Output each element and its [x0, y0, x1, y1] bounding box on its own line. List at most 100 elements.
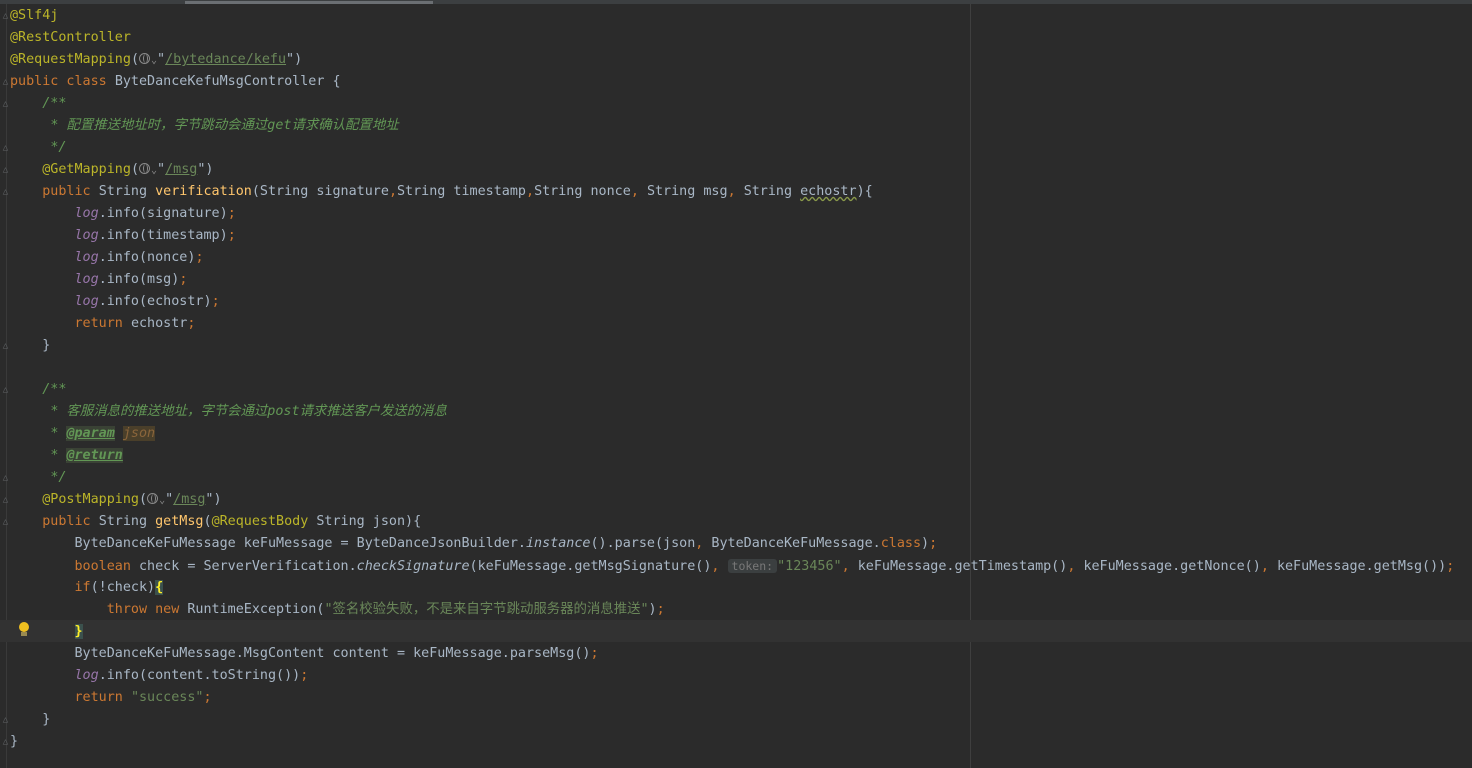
code-token: ; [179, 272, 188, 287]
code-token: /msg [165, 162, 198, 177]
code-line[interactable]: * @param json [10, 423, 156, 445]
fold-icon[interactable]: △ [1, 166, 10, 175]
code-line[interactable]: } [10, 335, 50, 357]
code-token: json [122, 426, 156, 441]
code-line[interactable]: ByteDanceKeFuMessage keFuMessage = ByteD… [10, 533, 937, 555]
code-line[interactable]: */ [10, 467, 66, 489]
fold-icon[interactable]: △ [1, 716, 10, 725]
code-token: getMsg [155, 514, 204, 529]
code-token: .info(content.toString()) [98, 668, 301, 683]
globe-icon[interactable]: ⌄ [139, 52, 157, 67]
code-token: log [74, 272, 99, 287]
code-line[interactable]: /** [10, 379, 66, 401]
code-line[interactable]: log.info(timestamp); [10, 225, 236, 247]
code-token: " [157, 52, 166, 67]
code-token: check = ServerVerification. [139, 559, 357, 574]
code-token: ByteDanceKeFuMessage. [711, 536, 881, 551]
code-token: ; [1446, 559, 1455, 574]
code-token: ( [130, 162, 139, 177]
code-token: @Slf4j [10, 8, 59, 23]
code-line[interactable]: * @return [10, 445, 123, 467]
code-line[interactable]: } [10, 709, 50, 731]
code-token: String nonce [534, 184, 631, 199]
code-token: , [727, 184, 744, 199]
code-token: instance [525, 536, 591, 551]
code-token: throw new [106, 602, 188, 617]
code-line[interactable]: /** [10, 93, 66, 115]
code-line[interactable]: log.info(nonce); [10, 247, 204, 269]
code-token: ") [286, 52, 303, 67]
code-line[interactable]: public String verification(String signat… [10, 181, 872, 203]
fold-icon[interactable]: △ [1, 188, 10, 197]
fold-icon[interactable]: △ [1, 474, 10, 483]
code-line[interactable]: log.info(signature); [10, 203, 236, 225]
code-editor[interactable]: △ △ △ △ △ △ △ △ △ △ △ △ △ @Slf4j @RestController @Requ… [0, 0, 1472, 768]
code-token: String msg [646, 184, 728, 199]
globe-icon[interactable]: ⌄ [139, 162, 157, 177]
code-token: .info(nonce) [98, 250, 196, 265]
code-line[interactable]: * 客服消息的推送地址，字节会通过post请求推送客户发送的消息 [10, 401, 447, 423]
code-token: "123456" [777, 559, 842, 574]
code-token: ; [590, 646, 599, 661]
code-token: } [10, 734, 19, 749]
code-token: "签名校验失败，不是来自字节跳动服务器的消息推送" [324, 602, 649, 617]
code-token: ( [130, 52, 139, 67]
active-tab-indicator[interactable] [185, 1, 433, 4]
code-line[interactable]: return echostr; [10, 313, 196, 335]
code-line[interactable]: */ [10, 137, 66, 159]
code-line[interactable]: @RestController [10, 27, 131, 49]
fold-icon[interactable]: △ [1, 496, 10, 505]
code-token: ) [648, 602, 657, 617]
fold-icon[interactable]: △ [1, 144, 10, 153]
code-line[interactable]: @GetMapping(⌄"/msg") [10, 159, 213, 181]
code-line[interactable]: return "success"; [10, 687, 212, 709]
fold-icon[interactable]: △ [1, 518, 10, 527]
code-line[interactable]: @RequestMapping(⌄"/bytedance/kefu") [10, 49, 302, 71]
code-token: log [74, 206, 99, 221]
code-line[interactable]: public class ByteDanceKefuMsgController … [10, 71, 341, 93]
fold-icon[interactable]: △ [1, 386, 10, 395]
fold-icon[interactable]: △ [1, 78, 10, 87]
code-line[interactable]: if(!check){ [10, 577, 164, 599]
code-token: .info(signature) [98, 206, 228, 221]
code-line[interactable]: @PostMapping(⌄"/msg") [10, 489, 221, 511]
fold-icon[interactable]: △ [1, 738, 10, 747]
fold-icon[interactable]: △ [1, 100, 10, 109]
code-token: class [880, 536, 922, 551]
current-line-highlight [0, 620, 1472, 642]
code-token: , [841, 559, 858, 574]
code-token: * [50, 448, 67, 463]
code-token: .info(msg) [98, 272, 180, 287]
code-token: ( [139, 492, 148, 507]
code-token: log [74, 668, 99, 683]
fold-icon[interactable]: △ [1, 12, 10, 21]
code-line[interactable]: ByteDanceKeFuMessage.MsgContent content … [10, 643, 599, 665]
globe-icon[interactable]: ⌄ [147, 492, 165, 507]
code-line[interactable]: @Slf4j [10, 5, 58, 27]
code-line[interactable]: boolean check = ServerVerification.check… [10, 555, 1454, 577]
code-line[interactable]: } [10, 621, 83, 643]
code-line[interactable]: throw new RuntimeException("签名校验失败，不是来自字… [10, 599, 665, 621]
code-line[interactable]: public String getMsg(@RequestBody String… [10, 511, 421, 533]
fold-icon[interactable]: △ [1, 342, 10, 351]
code-line[interactable]: * 配置推送地址时，字节跳动会通过get请求确认配置地址 [10, 115, 398, 137]
code-line[interactable]: log.info(echostr); [10, 291, 220, 313]
code-token: , [526, 184, 535, 199]
code-line[interactable]: } [10, 731, 18, 753]
code-token: boolean [74, 559, 139, 574]
code-token: @RequestMapping [10, 52, 131, 67]
code-line[interactable]: log.info(content.toString()); [10, 665, 309, 687]
code-token: keFuMessage.getMsg()) [1276, 559, 1447, 574]
code-line[interactable]: log.info(msg); [10, 269, 188, 291]
code-token: ().parse(json [590, 536, 696, 551]
